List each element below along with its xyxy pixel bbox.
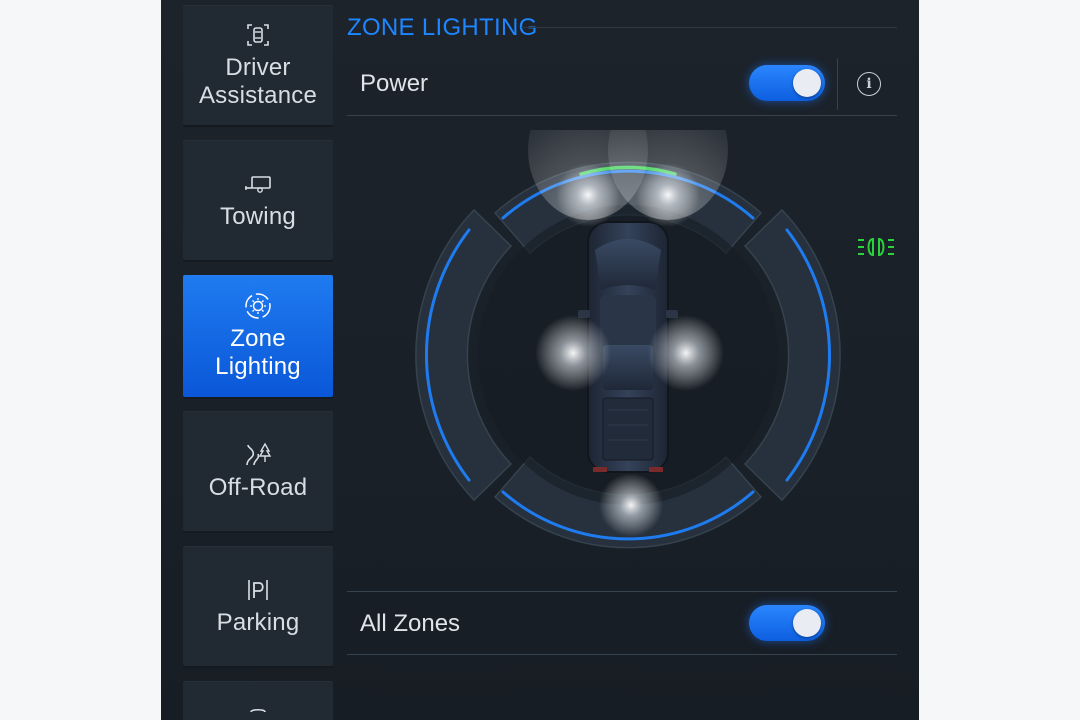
- partial-icon: [250, 709, 266, 712]
- off-road-icon: [246, 442, 272, 466]
- sidebar-item-label: Parking: [216, 609, 300, 636]
- screen: Driver Assistance Towing Zone Lighting O…: [161, 0, 919, 720]
- sidebar-item-label: Off-Road: [208, 474, 308, 501]
- all-zones-toggle[interactable]: [749, 605, 825, 641]
- divider: [347, 115, 897, 116]
- left-light: [535, 315, 611, 391]
- rear-light: [599, 473, 663, 537]
- sidebar-item-more[interactable]: [183, 681, 333, 720]
- power-toggle[interactable]: [749, 65, 825, 101]
- zone-lighting-icon: [245, 293, 271, 319]
- info-icon[interactable]: i: [857, 72, 881, 96]
- front-left-light: [556, 163, 620, 227]
- headlight-indicator-icon: [858, 237, 894, 257]
- divider: [521, 27, 897, 28]
- divider: [837, 58, 838, 110]
- driver-assistance-icon: [247, 24, 269, 46]
- sidebar-item-off-road[interactable]: Off-Road: [183, 411, 333, 531]
- divider: [347, 591, 897, 592]
- sidebar-item-label: Towing: [220, 203, 296, 230]
- trailer-icon: [245, 176, 271, 193]
- right-light: [648, 315, 724, 391]
- sidebar-item-parking[interactable]: Parking: [183, 546, 333, 666]
- sidebar-item-driver-assistance[interactable]: Driver Assistance: [183, 5, 333, 125]
- divider: [347, 654, 897, 655]
- all-zones-label: All Zones: [360, 610, 461, 637]
- sidebar-item-label: Zone Lighting: [215, 325, 301, 380]
- front-right-light: [636, 163, 700, 227]
- sidebar-item-zone-lighting[interactable]: Zone Lighting: [183, 275, 333, 397]
- toggle-knob: [793, 69, 821, 97]
- sidebar-item-towing[interactable]: Towing: [183, 140, 333, 260]
- page-title: ZONE LIGHTING: [347, 14, 538, 41]
- power-label: Power: [360, 70, 429, 97]
- zone-lighting-diagram: [415, 130, 841, 549]
- toggle-knob: [793, 609, 821, 637]
- parking-icon: [248, 580, 268, 600]
- sidebar-item-label: Driver Assistance: [198, 54, 318, 109]
